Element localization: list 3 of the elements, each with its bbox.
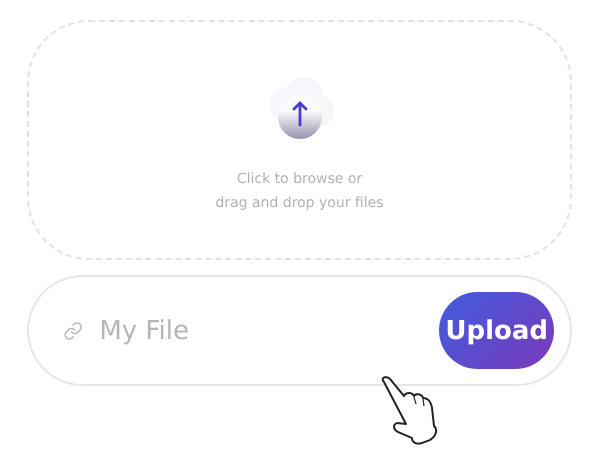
- upload-button[interactable]: Upload: [439, 292, 554, 369]
- file-field[interactable]: My File Upload: [27, 275, 572, 386]
- dropzone-hint: Click to browse or drag and drop your files: [215, 170, 384, 213]
